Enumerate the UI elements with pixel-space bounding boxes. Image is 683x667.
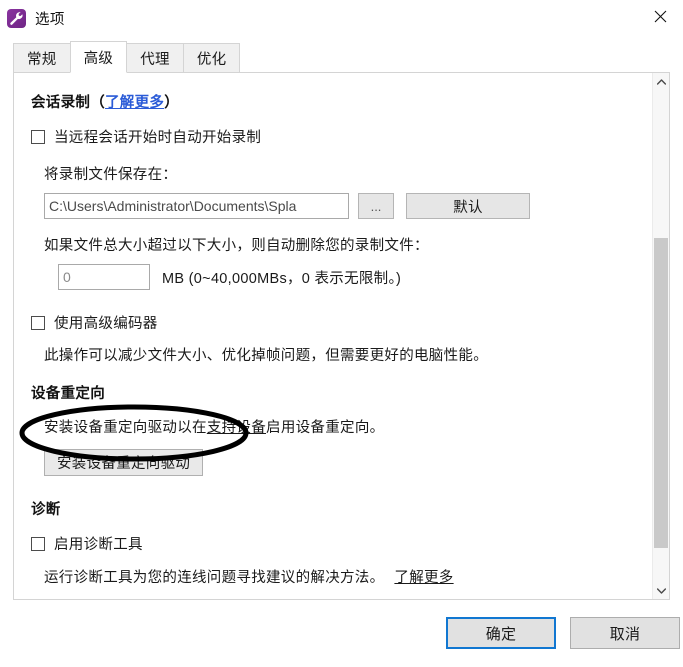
advanced-settings-panel: 会话录制（ 了解更多） 当远程会话开始时自动开始录制 将录制文件保存在： C:\U…	[13, 72, 670, 600]
save-path-row: C:\Users\Administrator\Documents\Spla ..…	[44, 193, 644, 219]
diagnostics-learn-more-link[interactable]: 了解更多	[394, 566, 453, 587]
wrench-icon	[7, 8, 26, 28]
window-title: 选项	[35, 11, 65, 28]
tab-advanced-label: 高级	[83, 50, 114, 67]
session-recording-heading-suffix: ）	[164, 95, 180, 111]
install-driver-row: 安装设备重定向驱动	[44, 449, 644, 476]
tab-optimization[interactable]: 优化	[182, 43, 241, 73]
title-bar: 选项	[0, 0, 683, 36]
size-limit-input[interactable]: 0	[58, 264, 150, 290]
advanced-encoder-label: 使用高级编码器	[54, 316, 158, 332]
scroll-down-icon[interactable]	[653, 582, 669, 599]
close-icon[interactable]	[637, 0, 683, 32]
tab-proxy[interactable]: 代理	[126, 43, 184, 73]
auto-record-checkbox-row[interactable]: 当远程会话开始时自动开始录制	[31, 126, 644, 147]
diagnostics-description: 运行诊断工具为您的连线问题寻找建议的解决方法。	[44, 570, 385, 586]
auto-record-checkbox[interactable]	[31, 129, 45, 144]
ok-button[interactable]: 确定	[446, 617, 556, 649]
tab-general[interactable]: 常规	[13, 43, 71, 73]
panel-scrollbar[interactable]	[652, 73, 669, 599]
tab-strip: 常规 高级 代理 优化	[13, 41, 241, 73]
tab-advanced[interactable]: 高级	[69, 41, 128, 73]
session-recording-learn-more-link[interactable]: 了解更多	[105, 91, 164, 112]
auto-record-label: 当远程会话开始时自动开始录制	[54, 130, 262, 146]
tab-optimization-label: 优化	[196, 51, 227, 68]
device-redirection-heading-row: 设备重定向	[31, 382, 644, 403]
tab-proxy-label: 代理	[140, 51, 170, 68]
diagnostics-checkbox-row[interactable]: 启用诊断工具	[31, 533, 644, 554]
size-limit-label: 如果文件总大小超过以下大小，则自动删除您的录制文件：	[44, 238, 429, 254]
recording-path-input[interactable]: C:\Users\Administrator\Documents\Spla	[44, 193, 349, 219]
advanced-encoder-checkbox-row[interactable]: 使用高级编码器	[31, 312, 644, 333]
save-path-label-row: 将录制文件保存在：	[44, 163, 644, 184]
device-redirection-heading: 设备重定向	[31, 386, 105, 402]
install-device-redirection-driver-button[interactable]: 安装设备重定向驱动	[44, 449, 204, 476]
save-path-label: 将录制文件保存在：	[44, 167, 178, 183]
session-recording-heading-row: 会话录制（ 了解更多）	[31, 91, 644, 112]
default-path-button[interactable]: 默认	[406, 193, 530, 219]
panel-content: 会话录制（ 了解更多） 当远程会话开始时自动开始录制 将录制文件保存在： C:\U…	[14, 73, 644, 599]
session-recording-heading: 会话录制（	[31, 95, 105, 111]
scrollbar-thumb[interactable]	[654, 238, 668, 548]
cancel-button[interactable]: 取消	[570, 617, 680, 649]
diagnostics-heading: 诊断	[31, 502, 61, 518]
scroll-up-icon[interactable]	[653, 73, 669, 90]
advanced-encoder-desc-row: 此操作可以减少文件大小、优化掉帧问题，但需要更好的电脑性能。	[44, 344, 644, 365]
device-redirection-desc-row: 安装设备重定向驱动以在 支持设备 启用设备重定向。	[44, 416, 644, 437]
size-limit-unit-note: MB (0~40,000MBs，0 表示无限制。)	[162, 270, 402, 287]
device-redirection-desc-prefix: 安装设备重定向驱动以在	[44, 420, 207, 436]
dialog-footer: 确定 取消	[0, 602, 683, 667]
size-limit-row: 0 MB (0~40,000MBs，0 表示无限制。)	[58, 264, 644, 290]
diagnostics-desc-row: 运行诊断工具为您的连线问题寻找建议的解决方法。 了解更多	[44, 566, 644, 587]
enable-diagnostics-checkbox[interactable]	[31, 536, 45, 551]
advanced-encoder-description: 此操作可以减少文件大小、优化掉帧问题，但需要更好的电脑性能。	[44, 348, 488, 364]
supported-devices-link[interactable]: 支持设备	[207, 416, 266, 437]
browse-button[interactable]: ...	[358, 193, 394, 219]
advanced-encoder-checkbox[interactable]	[31, 315, 45, 330]
diagnostics-heading-row: 诊断	[31, 498, 644, 519]
tab-general-label: 常规	[27, 51, 57, 68]
enable-diagnostics-label: 启用诊断工具	[54, 537, 143, 553]
size-limit-label-row: 如果文件总大小超过以下大小，则自动删除您的录制文件：	[44, 234, 644, 255]
device-redirection-desc-suffix: 启用设备重定向。	[266, 420, 385, 436]
